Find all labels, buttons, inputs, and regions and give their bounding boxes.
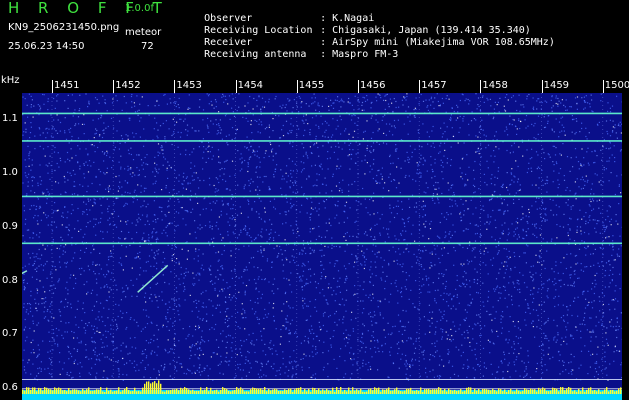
x-tick-mark (296, 80, 298, 94)
x-tick-label: 1459 (543, 80, 570, 91)
y-tick-label: 1.0 (2, 166, 18, 178)
x-tick-label: 1452 (115, 80, 141, 91)
app-version: 1.0.0f (125, 3, 154, 14)
plot-background (22, 93, 622, 400)
echo-count: 72 (141, 41, 154, 52)
x-tick-label: 1453 (176, 80, 202, 91)
x-tick-label: 1454 (237, 80, 264, 91)
x-tick-mark (113, 80, 115, 94)
spectrogram-plot (22, 93, 622, 400)
x-tick-label: 1451 (54, 80, 80, 91)
x-tick-mark (174, 80, 176, 94)
y-tick-label: 1.1 (2, 112, 18, 124)
x-tick-mark (541, 80, 543, 94)
x-tick-label: 1455 (298, 80, 325, 91)
y-axis-unit: kHz (1, 75, 20, 86)
spectrogram-canvas (22, 93, 622, 400)
meta-label: Receiving antenna (204, 49, 307, 60)
date-time: 25.06.23 14:50 (8, 41, 85, 52)
x-tick-label: 1456 (360, 80, 386, 91)
x-tick-mark (480, 80, 482, 94)
y-tick-label: 0.7 (2, 328, 18, 340)
x-tick-label: 1458 (482, 80, 508, 91)
hrofft-window: H R O F F T 1.0.0f KN9_2506231450.png me… (0, 0, 629, 400)
x-tick-mark (602, 80, 604, 94)
meta-antenna: Receiving antenna: Maspro FM-3 (204, 49, 399, 60)
y-tick-label: 0.9 (2, 220, 18, 232)
y-tick-label: 0.6 (2, 382, 18, 394)
x-tick-mark (419, 80, 421, 94)
file-name: KN9_2506231450.png (8, 22, 120, 33)
x-tick-mark (52, 80, 53, 94)
x-tick-mark (358, 80, 359, 94)
meta-value: Maspro FM-3 (332, 49, 399, 60)
x-tick-label: 1500 (604, 80, 629, 91)
y-tick-label: 0.8 (2, 274, 18, 286)
x-tick-label: 1457 (421, 80, 447, 91)
x-tick-mark (235, 80, 237, 94)
mode-label: meteor (125, 27, 162, 38)
